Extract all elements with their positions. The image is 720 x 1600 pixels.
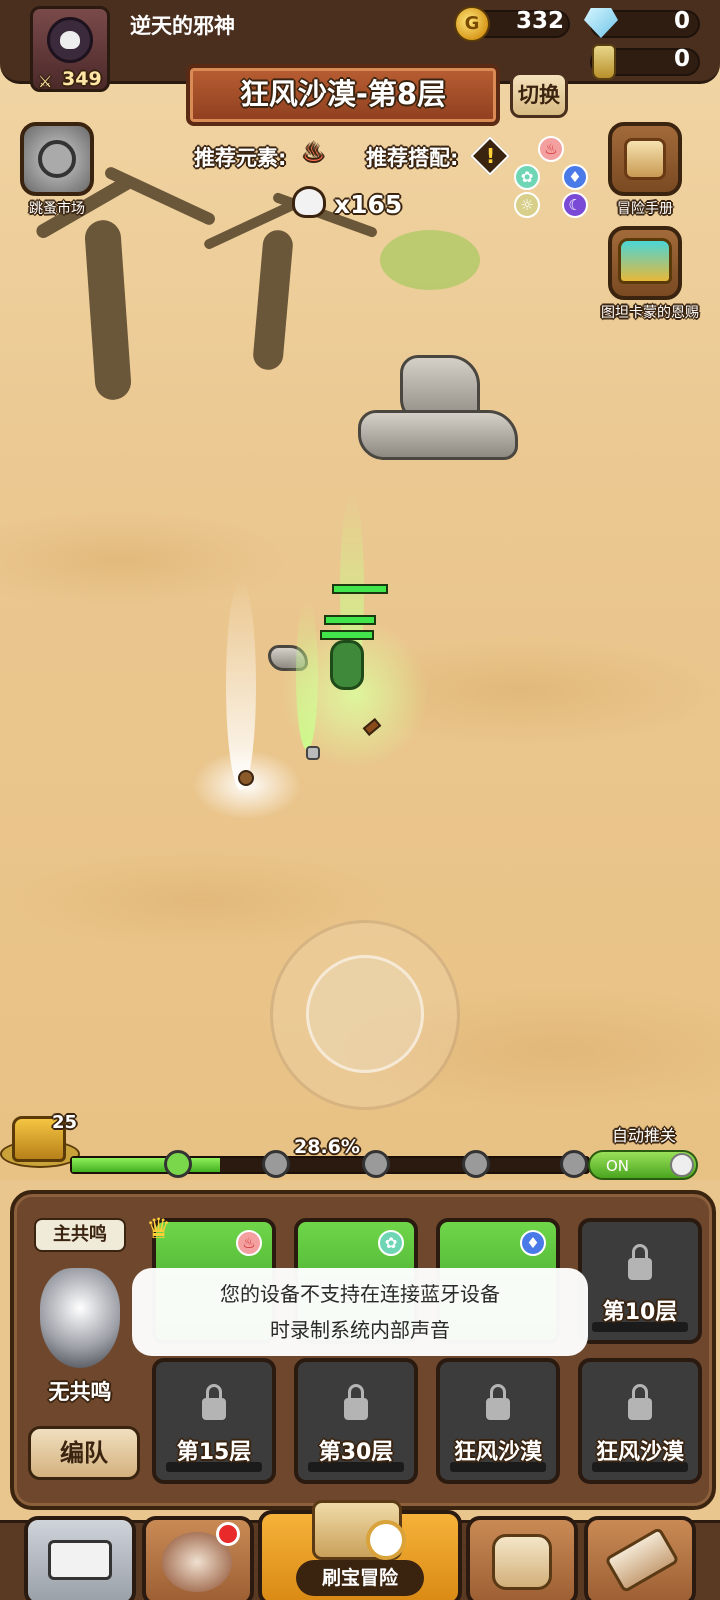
flower-icon [38, 140, 76, 178]
enemy-hp-bar [320, 630, 374, 640]
treasure-chest-icon [618, 238, 672, 284]
lock-icon [344, 1384, 368, 1420]
slot-unlock-label: 第10层 [602, 1300, 678, 1325]
sword-icon: ⚔ [38, 72, 53, 91]
tutankhamun-gift-label: 图坦卡蒙的恩赐 [601, 305, 699, 321]
water-element-icon: ♦ [520, 1230, 546, 1256]
slot-unlock-label: 第30层 [318, 1440, 394, 1465]
water-element-icon: ♦ [562, 164, 588, 190]
enemy-cactus[interactable] [330, 640, 364, 690]
player-name: 逆天的邪神 [130, 14, 235, 38]
adventure-book-label: 冒险手册 [617, 201, 673, 217]
locked-slot-2[interactable]: 第15层 [152, 1358, 276, 1484]
locked-slot-5[interactable]: 狂风沙漠 [578, 1358, 702, 1484]
progress-percent: 28.6% [294, 1136, 360, 1158]
toast-line-1: 您的设备不支持在连接蓝牙设备 [220, 1282, 500, 1306]
crown-icon: ♛ [146, 1212, 172, 1245]
lock-icon [202, 1384, 226, 1420]
lock-icon [628, 1384, 652, 1420]
joystick-knob[interactable] [306, 955, 424, 1073]
auto-advance-label: 自动推关 [612, 1126, 677, 1145]
fire-element-icon: ♨ [236, 1230, 262, 1256]
shop-icon [48, 1540, 112, 1580]
toast-line-2: 时录制系统内部声音 [270, 1318, 450, 1342]
locked-slot-1[interactable]: 第10层 [578, 1218, 702, 1344]
recommend-element-label: 推荐元素: [194, 146, 287, 170]
gold-coin-icon: G [454, 6, 490, 42]
loot-drop[interactable] [238, 770, 254, 786]
wind-element-icon: ✿ [378, 1230, 404, 1256]
potion-amount: 0 [673, 46, 690, 72]
switch-stage-button[interactable]: 切换 [510, 72, 568, 118]
team-edit-button[interactable]: 编队 [28, 1426, 140, 1480]
auto-advance-state: ON [606, 1157, 630, 1175]
locked-slot-3[interactable]: 第30层 [294, 1358, 418, 1484]
resonance-flame-icon[interactable] [40, 1268, 120, 1368]
fire-element-icon: ♨ [302, 138, 326, 168]
enemy-hp-bar [332, 584, 388, 594]
key-milestone-icon [362, 1150, 390, 1178]
fire-element-icon: ♨ [538, 136, 564, 162]
kill-count: x165 [334, 190, 403, 219]
notification-dot [216, 1522, 240, 1546]
resonance-status: 无共鸣 [48, 1380, 112, 1404]
key-milestone-icon [560, 1150, 588, 1178]
warning-mark: ! [486, 144, 496, 168]
grass-patch [380, 230, 480, 290]
slot-unlock-label: 狂风沙漠 [595, 1440, 684, 1465]
slot-unlock-label: 第15层 [176, 1440, 252, 1465]
nav-adventure-label: 刷宝冒险 [296, 1560, 424, 1596]
light-element-icon: ☼ [514, 192, 540, 218]
lock-icon [486, 1384, 510, 1420]
compass-icon [366, 1520, 406, 1560]
system-toast: 您的设备不支持在连接蓝牙设备 时录制系统内部声音 [132, 1268, 588, 1356]
slot-unlock-label: 狂风沙漠 [453, 1440, 542, 1465]
wind-element-icon: ✿ [514, 164, 540, 190]
gold-amount: 332 [515, 8, 564, 34]
skull-icon [292, 186, 326, 218]
progress-fill [72, 1158, 220, 1172]
key-milestone-icon [164, 1150, 192, 1178]
locked-slot-4[interactable]: 狂风沙漠 [436, 1358, 560, 1484]
rock [358, 410, 518, 460]
backpack-icon [492, 1534, 552, 1590]
enemy-hp-bar [324, 615, 376, 625]
lock-icon [628, 1244, 652, 1280]
dark-element-icon: ☾ [562, 192, 588, 218]
gem-amount: 0 [673, 8, 690, 34]
key-milestone-icon [262, 1150, 290, 1178]
scroll-icon [624, 138, 666, 180]
recommend-combo-label: 推荐搭配: [366, 146, 459, 170]
flea-market-label: 跳蚤市场 [29, 201, 85, 217]
chest-count: 25 [52, 1112, 78, 1133]
auto-advance-toggle[interactable] [588, 1150, 698, 1180]
key-milestone-icon [462, 1150, 490, 1178]
loot-drop[interactable] [306, 746, 320, 760]
main-resonance-tag: 主共鸣 [34, 1218, 126, 1252]
player-power: 349 [62, 68, 102, 90]
stage-title: 狂风沙漠-第8层 [186, 64, 500, 126]
